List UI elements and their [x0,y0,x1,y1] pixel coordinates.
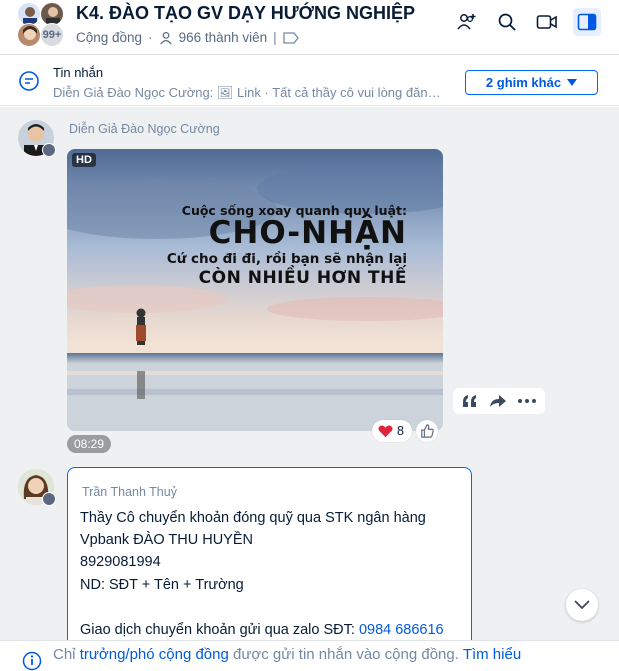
role-key-icon [42,492,56,506]
quote-icon[interactable] [462,394,478,408]
more-pins-button[interactable]: 2 ghim khác [465,70,598,95]
message-time: 08:29 [67,435,112,453]
message-image[interactable]: HD Cuộc sống xoay quanh quy luật: CHO-NH… [67,149,443,431]
image-caption-line3: Cứ cho đi đi, rồi bạn sẽ nhận lại [166,251,407,267]
search-icon [498,13,516,31]
tag-icon[interactable] [283,31,299,44]
forward-icon[interactable] [489,394,507,408]
member-count-badge: 99+ [40,23,64,47]
message-actions [453,388,545,414]
message-bubble-icon [19,71,39,91]
community-label: Cộng đồng [76,30,143,45]
notice-prefix: Chỉ [53,646,80,663]
text-message[interactable]: Trần Thanh Thuỷ Thầy Cô chuyển khoản đón… [67,467,472,640]
message-text: Giao dịch chuyển khoản gửi qua zalo SĐT: [80,622,359,638]
video-call-button[interactable] [533,8,561,36]
info-icon [22,651,42,671]
pinned-messages-bar[interactable]: Tin nhắn Diễn Giả Đào Ngọc Cường: 🖼 Link… [0,56,619,106]
chat-header: 99+ K4. ĐÀO TẠO GV DẠY HƯỚNG NGHIỆP Cộng… [0,0,619,55]
notice-text: Chỉ trưởng/phó cộng đồng được gửi tin nh… [53,646,521,663]
sidebar-toggle-button[interactable] [573,8,601,36]
learn-more-link[interactable]: Tìm hiểu [463,646,521,663]
chevron-down-icon [574,600,590,610]
add-member-icon [457,14,476,30]
person-icon [159,31,172,45]
leaders-link[interactable]: trưởng/phó cộng đồng [80,646,229,663]
member-avatar [17,23,41,47]
sender-name: Diễn Giả Đào Ngọc Cường [69,122,220,136]
role-key-icon [42,143,56,157]
scroll-to-bottom-button[interactable] [566,589,598,621]
sidebar-toggle-icon [577,13,597,31]
message-line: ND: SĐT + Tên + Trường [80,577,244,593]
caret-down-icon [567,79,578,86]
image-caption-line2: CHO-NHẬN [208,215,407,251]
message-line: Vpbank ĐÀO THU HUYỀN [80,532,253,548]
group-avatar[interactable]: 99+ [16,2,66,48]
pinned-preview[interactable]: Diễn Giả Đào Ngọc Cường: 🖼 Link · Tất cả… [53,85,441,101]
search-button[interactable] [493,8,521,36]
group-meta: Cộng đồng · 966 thành viên | [76,30,299,45]
separator-bar: | [273,30,277,45]
more-icon[interactable] [517,399,536,403]
message-line: 8929081994 [80,554,161,570]
video-call-icon [536,15,557,29]
message-list[interactable]: Diễn Giả Đào Ngọc Cường HD Cuộc sống xoa… [0,107,619,640]
heart-icon [378,425,393,437]
add-member-button[interactable] [453,8,481,36]
phone-link[interactable]: 0984 686616 [359,622,444,638]
message-line: Thầy Cô chuyển khoản đóng quỹ qua STK ng… [80,510,426,526]
sender-name: Trần Thanh Thuỷ [82,485,177,499]
hd-badge: HD [72,153,96,167]
reaction-summary[interactable]: 8 [372,420,412,442]
separator-dot: · [148,30,153,45]
react-button[interactable] [416,420,438,442]
image-caption-line4: CÒN NHIỀU HƠN THẾ [198,268,407,288]
member-count[interactable]: 966 thành viên [179,30,268,45]
header-actions [453,8,601,36]
more-pins-label: 2 ghim khác [485,75,562,90]
reaction-count: 8 [397,424,404,438]
pinned-title: Tin nhắn [53,65,104,80]
notice-middle: được gửi tin nhắn vào cộng đồng. [228,646,463,663]
message-line: Giao dịch chuyển khoản gửi qua zalo SĐT:… [80,622,444,638]
group-title: K4. ĐÀO TẠO GV DẠY HƯỚNG NGHIỆP [76,3,415,23]
thumbs-up-icon [421,424,434,438]
composer-restricted-notice: Chỉ trưởng/phó cộng đồng được gửi tin nh… [0,640,619,671]
